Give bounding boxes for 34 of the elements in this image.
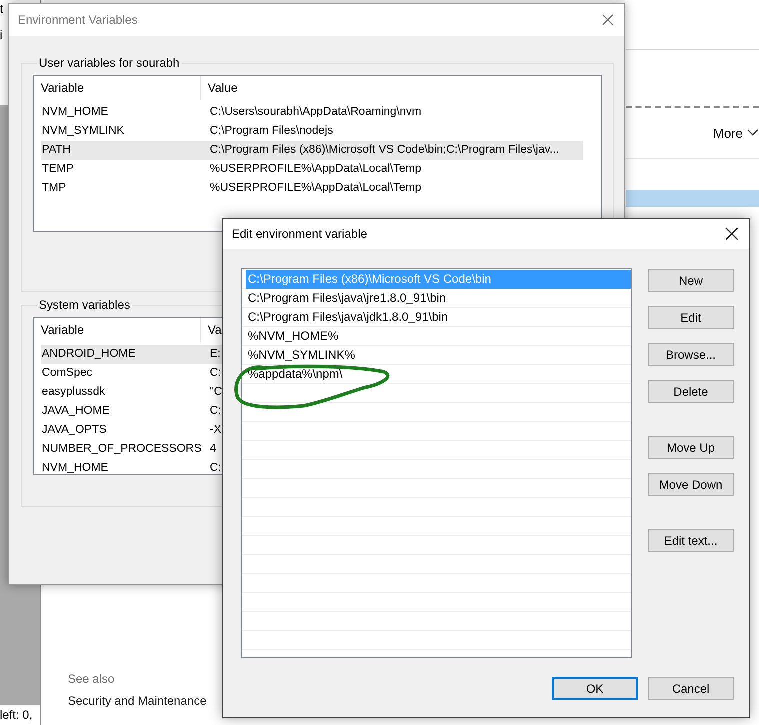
more-button[interactable]: More [713,126,743,140]
group-label: User variables for sourabh [38,56,181,70]
dialog-button[interactable]: Edit [648,306,734,329]
dialog-button[interactable]: Edit text... [648,529,734,552]
dialog-button[interactable]: Move Down [648,473,734,496]
path-entry[interactable]: C:\Program Files\java\jre1.8.0_91\bin [246,289,631,308]
see-also-heading: See also [68,672,115,686]
group-label: System variables [38,298,132,312]
path-entry[interactable]: C:\Program Files\java\jdk1.8.0_91\bin [246,308,631,327]
column-header[interactable]: Value [201,76,601,100]
path-entry[interactable]: %appdata%\npm\ [246,365,631,384]
variable-row[interactable]: TMP %USERPROFILE%\AppData\Local\Temp [41,179,583,198]
chevron-down-icon [747,129,759,137]
dialog-button[interactable]: Browse... [648,343,734,366]
window-title: Edit environment variable [232,227,368,241]
background-text: left: 0, [0,708,33,722]
variable-row[interactable]: TEMP %USERPROFILE%\AppData\Local\Temp [41,160,583,179]
dialog-button[interactable]: Move Up [648,436,734,459]
ok-button[interactable]: OK [552,677,638,700]
background-text: i [0,28,3,42]
see-also-link[interactable]: Security and Maintenance [68,694,207,708]
column-header[interactable]: Variable [34,76,201,100]
column-header[interactable]: Variable [34,318,201,342]
dialog-button[interactable]: New [648,269,734,292]
path-entry[interactable]: %NVM_SYMLINK% [246,346,631,365]
close-icon[interactable] [725,227,739,241]
dialog-button[interactable]: Delete [648,380,734,403]
path-entry[interactable]: %NVM_HOME% [246,327,631,346]
variable-row[interactable]: NVM_SYMLINK C:\Program Files\nodejs [41,122,583,141]
window-title: Environment Variables [18,13,138,27]
variable-row[interactable]: PATH C:\Program Files (x86)\Microsoft VS Code\bin;C:\Program Files\jav... [41,141,583,160]
variable-row[interactable]: NVM_HOME C:\Users\sourabh\AppData\Roaming\nvm [41,103,583,122]
background-text: t [0,2,4,16]
cancel-button[interactable]: Cancel [648,677,734,700]
